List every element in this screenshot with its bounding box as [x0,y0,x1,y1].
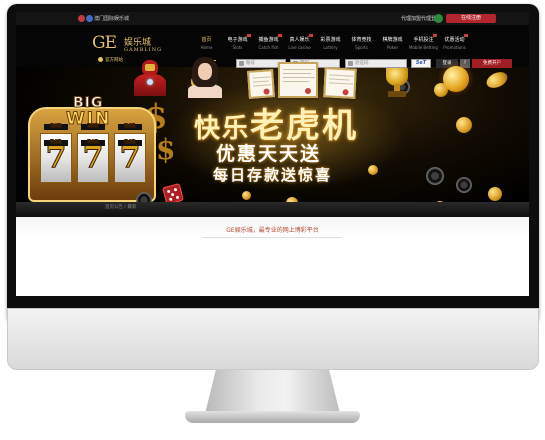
top-notice: 澳门国际娱乐城 [94,16,130,22]
bar-symbol: BAR [44,124,68,130]
user-icon[interactable] [434,14,443,23]
hot-badge-icon [433,34,437,37]
armored-hero-image[interactable] [128,60,172,98]
nav-label: 首页 [201,37,212,43]
flag-icon[interactable] [78,15,85,22]
official-site-label: 官方网站 [98,57,123,63]
banner-tagline: 每日存款送惊喜 [213,166,333,184]
content-section: GE娱乐城，最专业的网上博彩平台 [16,217,529,296]
slogan-divider [202,237,342,238]
slot-reel: BAR 7 BAR [40,124,72,183]
trophy-image[interactable] [380,64,414,98]
nav-sports[interactable]: 体育竞技 Sports [346,33,377,59]
coin-icon [488,187,502,201]
globe-icon[interactable] [86,15,93,22]
nav-poker[interactable]: 棋牌游戏 Poker [377,33,408,59]
banner-subheadline: 优惠天天送 [216,143,322,165]
nav-live-casino[interactable]: 真人娱乐 Live casino [284,33,315,59]
nav-label: 真人娱乐 [289,37,310,43]
nav-sublabel: Promotions [443,45,466,50]
logo-mark: GE [92,33,117,53]
bar-symbol: BAR [118,140,142,146]
website-screen: 澳门国际娱乐城 代理加盟 代理登录 在线注册 GE 娱乐城 GAMBLING 官… [16,12,529,296]
nav-sublabel: Sports [355,45,368,50]
free-register-button[interactable]: 免费开户 [472,59,512,68]
official-text: 官方网站 [105,58,123,63]
login-bar: 账号 密码 验证码 5eT 登录 ? 免费开户 [232,59,522,69]
nav-promotions[interactable]: 优惠活动 Promotions [439,33,470,59]
nav-label: 手机投注 [413,37,434,43]
nav-fishing[interactable]: 捕鱼游戏 Catch fish [253,33,284,59]
username-placeholder: 账号 [246,61,255,66]
nav-home[interactable]: 首页 Home [191,33,222,61]
golden-ball-image[interactable] [437,58,477,98]
nav-slots[interactable]: 电子游戏 Slots [222,33,253,59]
official-badge-icon [98,57,103,62]
monitor-frame: 澳门国际娱乐城 代理加盟 代理登录 在线注册 GE 娱乐城 GAMBLING 官… [0,0,545,440]
coin-icon [368,165,378,175]
nav-label: 棋牌游戏 [382,37,403,43]
nav-sublabel: Slots [232,45,243,50]
coin-icon [242,191,251,200]
seal-icon [263,88,270,95]
slot-machine-illustration: BIG WIN BAR 7 BAR BAR 7 BAR BAR 7 BAR [22,87,162,207]
hot-badge-icon [309,34,313,37]
nav-sublabel: Lottery [323,45,338,50]
slot-reel: BAR 7 BAR [77,124,109,183]
announcement-bar [16,202,529,217]
captcha-placeholder: 验证码 [355,61,369,66]
bar-symbol: BAR [118,124,142,130]
nav-label: 捕鱼游戏 [258,37,279,43]
hot-badge-icon [278,34,282,37]
bar-symbol: BAR [44,140,68,146]
monitor-chin [7,308,539,370]
seal-icon [342,89,349,96]
nav-label: 电子游戏 [227,37,248,43]
user-icon [239,61,244,66]
bar-symbol: BAR [81,140,105,146]
agent-register-link[interactable]: 代理加盟 [401,15,421,22]
coin-icon [456,117,472,133]
nav-sublabel: Mobile Betting [409,45,438,50]
captcha-image[interactable]: 5eT [411,59,431,68]
monitor-stand-base [185,411,360,423]
nav-mobile-betting[interactable]: 手机投注 Mobile Betting [408,33,439,59]
nav-label: 优惠活动 [444,37,465,43]
nav-label: 体育竞技 [351,37,372,43]
coin-icon [484,69,510,91]
casino-chip-icon [456,177,472,193]
spokesperson-image[interactable] [188,57,222,98]
nav-sublabel: Poker [387,45,398,50]
section-slogan: GE娱乐城，最专业的网上博彩平台 [226,227,319,234]
casino-chip-icon [426,167,444,185]
certificate-image[interactable] [323,67,357,99]
license-certificate-image[interactable] [278,62,318,98]
shield-icon [348,61,353,66]
nav-label: 彩票游戏 [320,37,341,43]
nav-sublabel: Home [200,45,213,50]
nav-sublabel: Catch fish [258,45,279,50]
hot-badge-icon [247,34,251,37]
seal-icon [305,88,311,94]
bar-symbol: BAR [81,124,105,130]
top-bar: 澳门国际娱乐城 代理加盟 代理登录 在线注册 [16,12,529,25]
logo-subtitle: GAMBLING [124,47,163,53]
main-nav: 首页 Home 电子游戏 Slots 捕鱼游戏 Catch fish 真人娱乐 … [191,33,470,61]
hot-badge-icon [464,34,468,37]
slot-reel: BAR 7 BAR [114,124,146,183]
nav-sublabel: Live casino [288,45,311,50]
register-button[interactable]: 在线注册 [446,14,496,23]
announcement-text[interactable]: 首页公告 / 最新 [105,204,136,210]
monitor-stand [205,370,340,414]
certificate-image[interactable] [247,69,275,99]
nav-lottery[interactable]: 彩票游戏 Lottery [315,33,346,59]
